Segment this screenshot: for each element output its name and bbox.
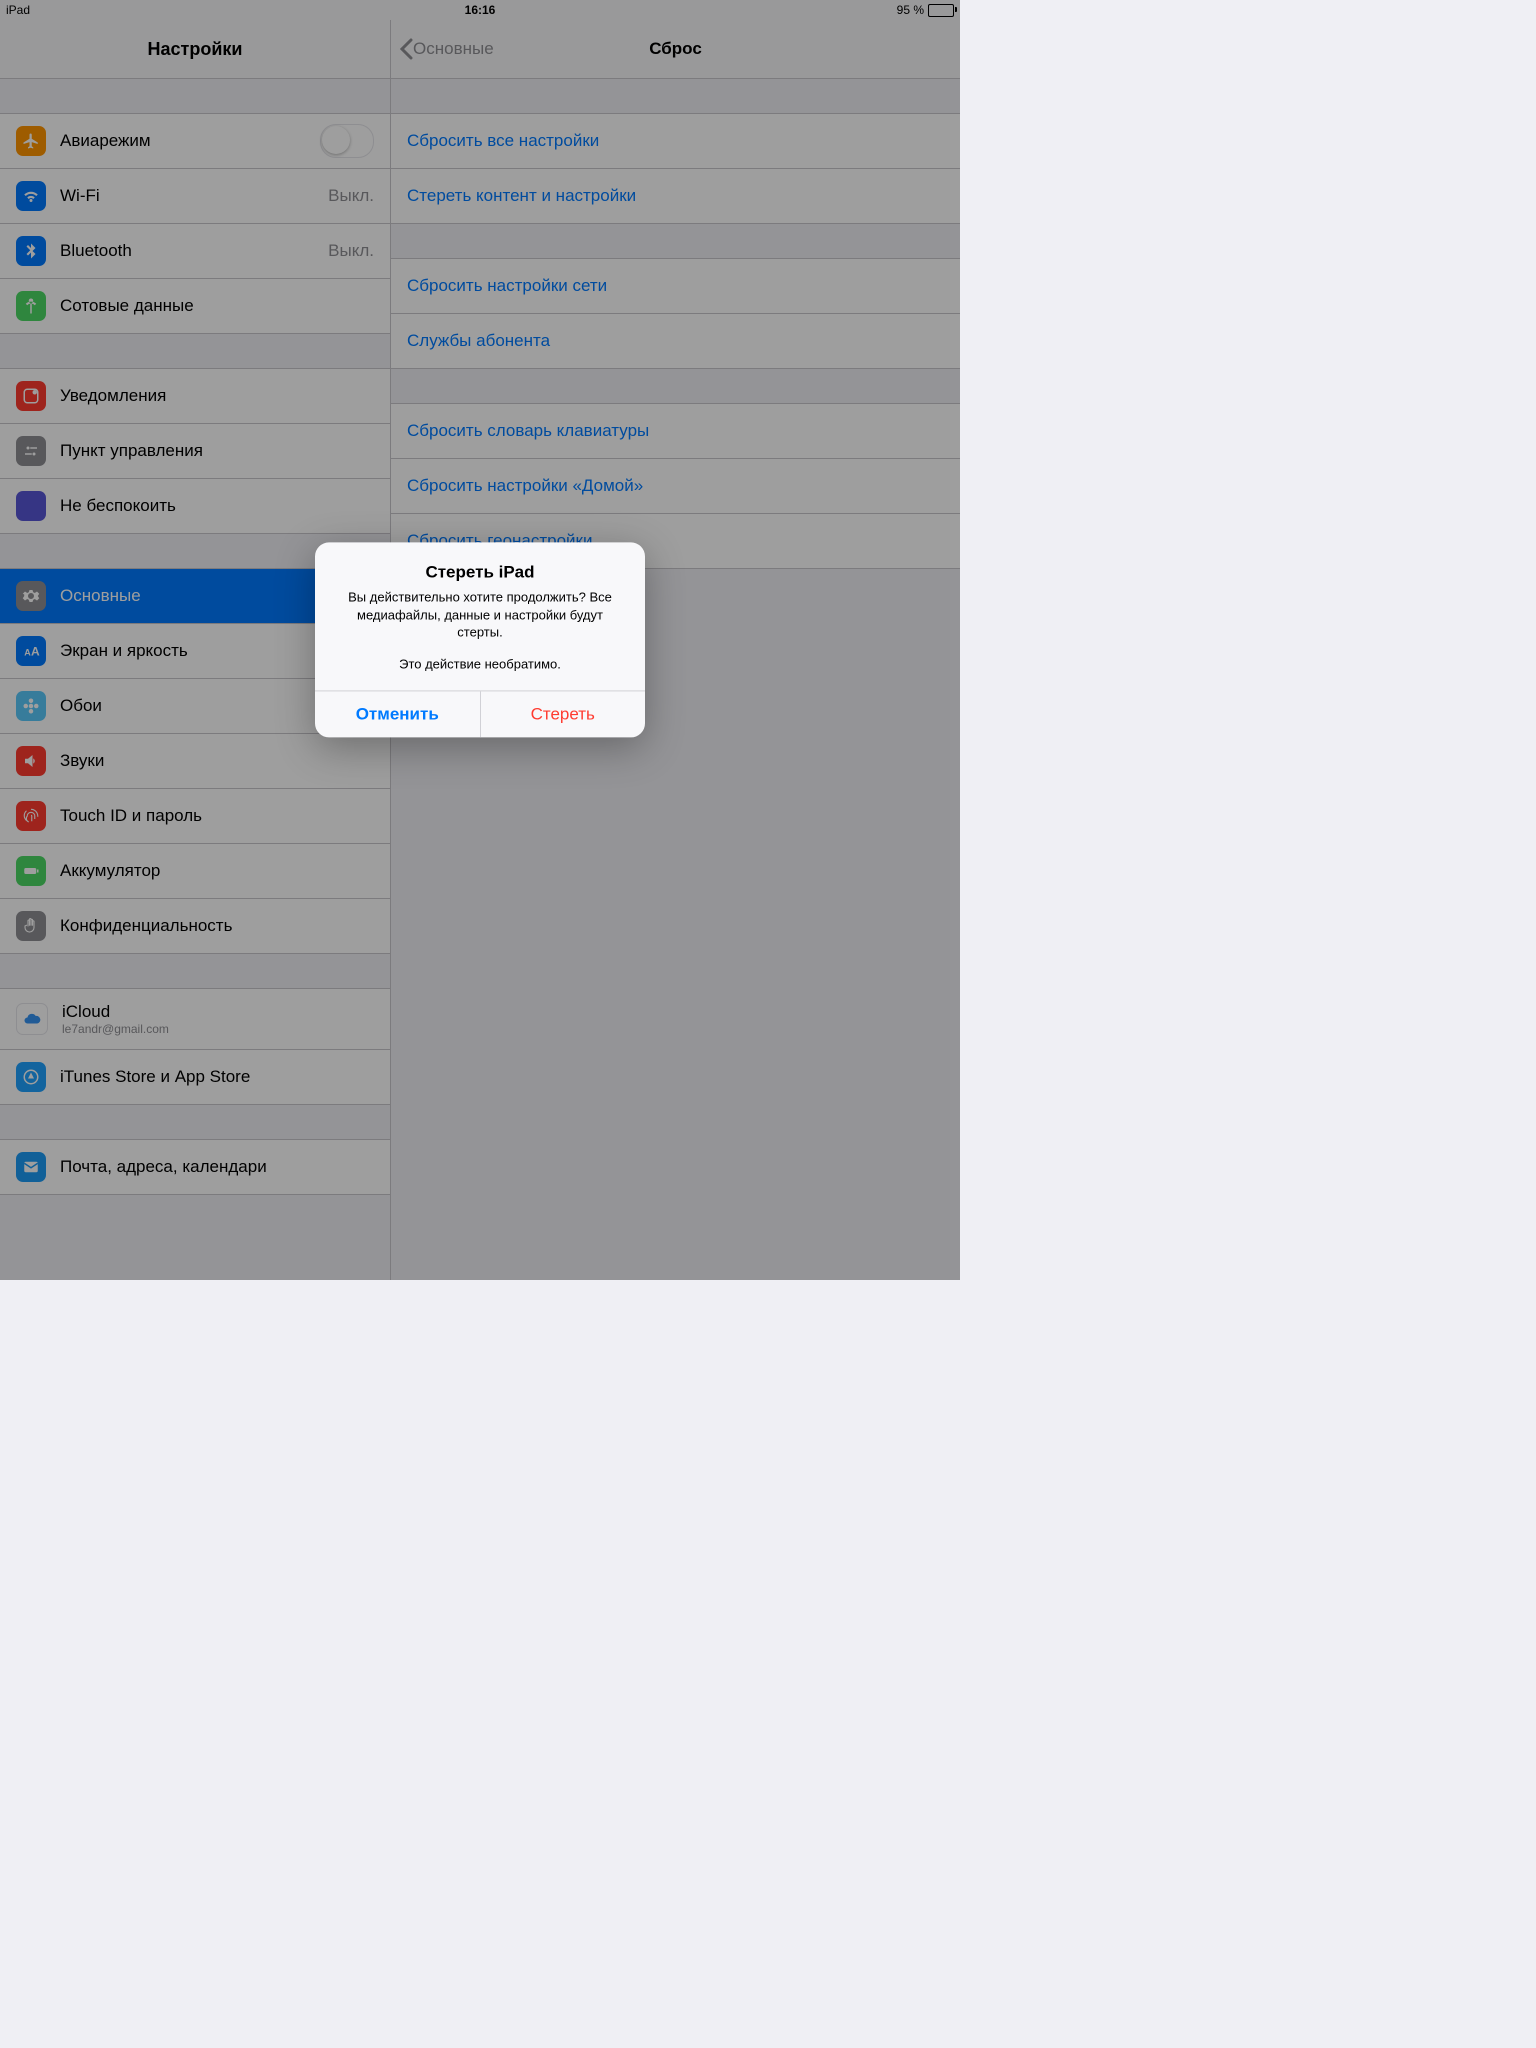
alert-cancel-button[interactable]: Отменить [315,692,481,738]
alert-erase-button[interactable]: Стереть [481,692,646,738]
erase-confirm-alert: Стереть iPad Вы действительно хотите про… [315,542,645,737]
alert-message: Вы действительно хотите продолжить? Все … [333,588,627,641]
alert-title: Стереть iPad [333,562,627,582]
alert-message-2: Это действие необратимо. [333,655,627,673]
